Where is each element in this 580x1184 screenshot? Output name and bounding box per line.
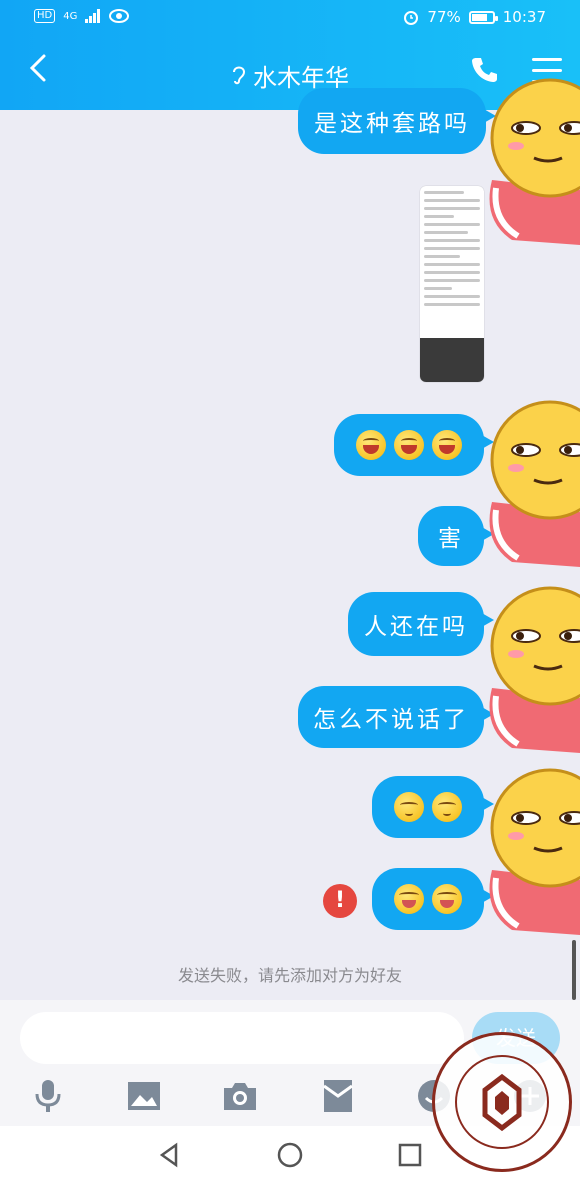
eye-icon <box>109 9 130 23</box>
image-icon[interactable] <box>124 1076 164 1116</box>
grinning-emoji-icon <box>394 884 424 914</box>
message-bubble[interactable]: 害 <box>418 506 494 566</box>
avatar[interactable] <box>482 392 580 567</box>
battery-icon <box>468 10 498 24</box>
network-indicator: 4G <box>63 10 78 22</box>
clock: 10:37 <box>502 8 546 26</box>
message-bubble[interactable]: 怎么不说话了 <box>298 686 494 748</box>
hd-badge: HD <box>34 9 56 23</box>
watermark-logo-icon <box>455 1055 549 1149</box>
laughing-emoji-icon <box>356 430 386 460</box>
message-input[interactable] <box>20 1012 464 1064</box>
mic-icon[interactable] <box>28 1076 68 1116</box>
send-failed-notice: 发送失败，请先添加对方为好友 <box>177 966 402 985</box>
message-bubble[interactable]: 人还在吗 <box>348 592 494 656</box>
grinning-emoji-icon <box>432 884 462 914</box>
message-text: 人还在吗 <box>364 614 468 640</box>
recents-square-icon[interactable] <box>395 1140 425 1170</box>
ear-icon <box>231 64 247 91</box>
send-failed-icon[interactable]: ! <box>323 884 357 918</box>
message-text: 是这种套路吗 <box>314 111 470 137</box>
message-text: 害 <box>438 526 464 552</box>
message-text: 怎么不说话了 <box>313 707 469 733</box>
red-packet-icon[interactable] <box>318 1076 358 1116</box>
avatar[interactable] <box>482 70 580 245</box>
menu-icon <box>532 58 562 61</box>
laughing-emoji-icon <box>394 430 424 460</box>
emoji-message[interactable] <box>372 776 494 838</box>
home-circle-icon[interactable] <box>275 1140 305 1170</box>
message-bubble[interactable]: 是这种套路吗 <box>298 88 496 154</box>
emoji-message[interactable] <box>372 868 494 930</box>
scrollbar[interactable] <box>572 940 576 1000</box>
camera-icon[interactable] <box>220 1076 260 1116</box>
alarm-icon <box>404 11 419 25</box>
back-triangle-icon[interactable] <box>154 1140 184 1170</box>
watermark-seal <box>432 1032 572 1172</box>
avatar[interactable] <box>482 578 580 753</box>
emoji-message[interactable] <box>334 414 494 476</box>
battery-percent: 77% <box>427 8 461 26</box>
relieved-emoji-icon <box>432 792 462 822</box>
avatar[interactable] <box>482 760 580 935</box>
signal-icon <box>85 9 101 23</box>
status-bar: HD 4G 77% 10:37 <box>0 0 580 36</box>
relieved-emoji-icon <box>394 792 424 822</box>
image-message[interactable] <box>420 186 484 382</box>
laughing-emoji-icon <box>432 430 462 460</box>
